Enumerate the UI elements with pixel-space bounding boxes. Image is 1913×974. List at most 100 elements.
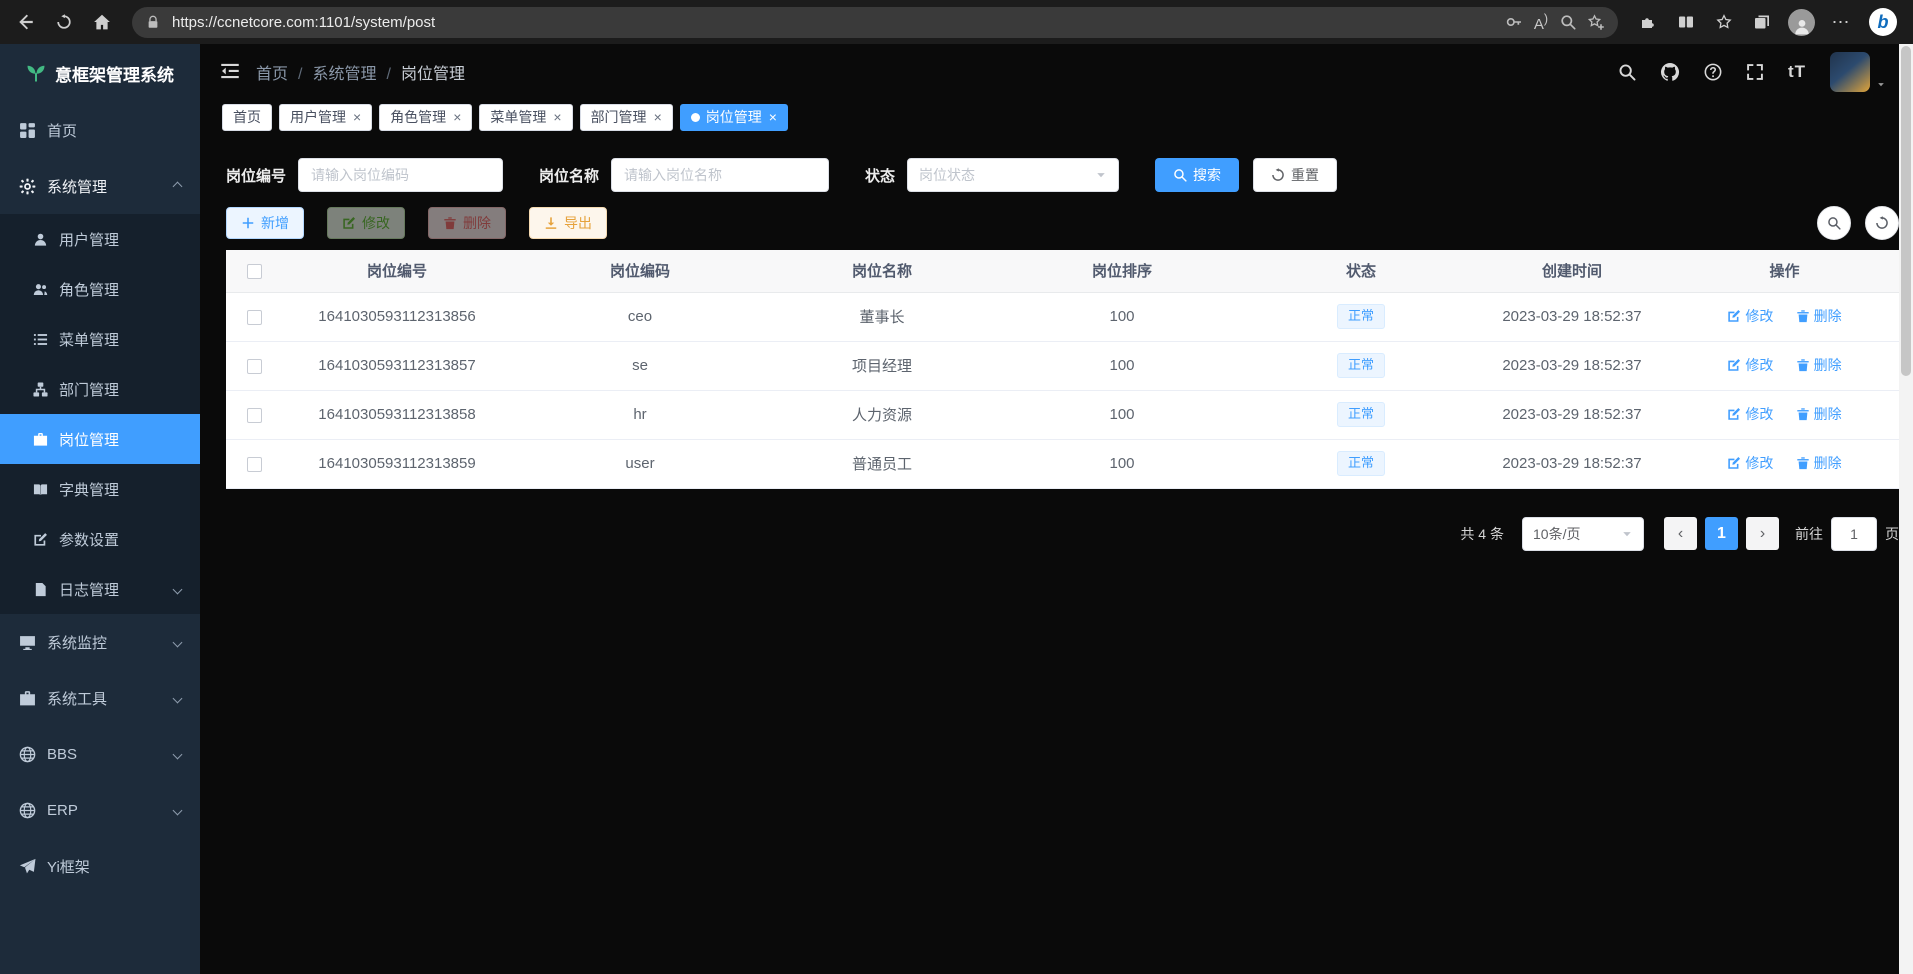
- add-button[interactable]: 新增: [226, 207, 304, 239]
- sidebar-item-label: 菜单管理: [59, 329, 119, 350]
- tab-label: 部门管理: [591, 107, 647, 127]
- tab-role-mgmt[interactable]: 角色管理×: [379, 104, 472, 131]
- row-edit-link[interactable]: 修改: [1727, 355, 1773, 375]
- sidebar-item-system-monitor[interactable]: 系统监控: [0, 614, 200, 670]
- close-icon[interactable]: ×: [353, 109, 361, 125]
- close-icon[interactable]: ×: [654, 109, 662, 125]
- sidebar-item-log-mgmt[interactable]: 日志管理: [0, 564, 200, 614]
- row-edit-link[interactable]: 修改: [1727, 453, 1773, 473]
- sidebar-submenu-system: 用户管理 角色管理 菜单管理 部门管理: [0, 214, 200, 614]
- close-icon[interactable]: ×: [553, 109, 561, 125]
- row-checkbox[interactable]: [247, 310, 262, 325]
- cell-post-code: ceo: [512, 292, 768, 341]
- breadcrumb-system-mgmt[interactable]: 系统管理: [312, 60, 400, 84]
- sidebar-toggle-button[interactable]: [220, 61, 240, 84]
- row-delete-link[interactable]: 删除: [1796, 453, 1842, 473]
- read-aloud-icon[interactable]: A): [1534, 12, 1548, 33]
- page-number-button[interactable]: 1: [1705, 517, 1738, 550]
- split-screen-button[interactable]: [1668, 5, 1704, 39]
- row-edit-link[interactable]: 修改: [1727, 404, 1773, 424]
- password-key-icon[interactable]: [1506, 14, 1522, 30]
- tab-post-mgmt[interactable]: 岗位管理 ×: [680, 104, 788, 131]
- row-checkbox[interactable]: [247, 359, 262, 374]
- sidebar-item-post-mgmt[interactable]: 岗位管理: [0, 414, 200, 464]
- sidebar-item-system-mgmt[interactable]: 系统管理: [0, 158, 200, 214]
- github-icon[interactable]: [1660, 62, 1680, 82]
- user-avatar[interactable]: [1830, 52, 1870, 92]
- toggle-search-button[interactable]: [1817, 206, 1851, 240]
- url-text[interactable]: https://ccnetcore.com:1101/system/post: [172, 14, 1494, 31]
- sidebar-item-erp[interactable]: ERP: [0, 782, 200, 838]
- row-delete-link[interactable]: 删除: [1796, 306, 1842, 326]
- next-page-button[interactable]: ›: [1746, 517, 1779, 550]
- delete-button[interactable]: 删除: [428, 207, 506, 239]
- browser-settings-button[interactable]: ⋯: [1823, 5, 1859, 39]
- prev-page-button[interactable]: ‹: [1664, 517, 1697, 550]
- row-edit-link[interactable]: 修改: [1727, 306, 1773, 326]
- row-checkbox[interactable]: [247, 457, 262, 472]
- sidebar-item-menu-mgmt[interactable]: 菜单管理: [0, 314, 200, 364]
- close-icon[interactable]: ×: [769, 109, 777, 125]
- browser-back-button[interactable]: [8, 5, 44, 39]
- row-delete-link[interactable]: 删除: [1796, 355, 1842, 375]
- add-favorite-star-icon[interactable]: [1588, 14, 1604, 30]
- select-all-checkbox[interactable]: [247, 264, 262, 279]
- bing-copilot-icon[interactable]: b: [1869, 8, 1897, 36]
- export-button[interactable]: 导出: [529, 207, 607, 239]
- sidebar-item-dict-mgmt[interactable]: 字典管理: [0, 464, 200, 514]
- status-select[interactable]: 岗位状态: [907, 158, 1119, 192]
- sidebar-item-label: 参数设置: [59, 529, 119, 550]
- help-icon[interactable]: [1704, 63, 1722, 81]
- cell-post-id: 1641030593112313856: [282, 292, 512, 341]
- extensions-button[interactable]: [1630, 5, 1666, 39]
- sidebar-item-home[interactable]: 首页: [0, 102, 200, 158]
- sidebar-item-dept-mgmt[interactable]: 部门管理: [0, 364, 200, 414]
- export-button-label: 导出: [564, 213, 592, 233]
- fullscreen-icon[interactable]: [1746, 63, 1764, 81]
- address-bar[interactable]: https://ccnetcore.com:1101/system/post A…: [132, 7, 1618, 38]
- tab-label: 用户管理: [290, 107, 346, 127]
- header-search-icon[interactable]: [1618, 63, 1636, 81]
- text-size-icon[interactable]: tT: [1788, 62, 1806, 82]
- tab-menu-mgmt[interactable]: 菜单管理×: [479, 104, 572, 131]
- site-info-lock-icon[interactable]: [146, 15, 160, 29]
- browser-profile-avatar[interactable]: [1788, 9, 1815, 36]
- sidebar-item-user-mgmt[interactable]: 用户管理: [0, 214, 200, 264]
- search-button[interactable]: 搜索: [1155, 158, 1239, 192]
- favorites-button[interactable]: [1706, 5, 1742, 39]
- reset-button[interactable]: 重置: [1253, 158, 1337, 192]
- scrollbar-thumb[interactable]: [1901, 46, 1911, 376]
- page-size-select[interactable]: 10条/页: [1522, 517, 1644, 551]
- main-area: 首页 系统管理 岗位管理 tT 首页 用: [200, 44, 1913, 974]
- tab-label: 岗位管理: [706, 107, 762, 127]
- tab-user-mgmt[interactable]: 用户管理 ×: [279, 104, 372, 131]
- post-name-input[interactable]: [611, 158, 829, 192]
- row-delete-link[interactable]: 删除: [1796, 404, 1842, 424]
- browser-refresh-button[interactable]: [46, 5, 82, 39]
- collections-icon: [1754, 14, 1770, 30]
- edit-button[interactable]: 修改: [327, 207, 405, 239]
- cell-post-sort: 100: [996, 390, 1248, 439]
- sidebar-item-system-tools[interactable]: 系统工具: [0, 670, 200, 726]
- row-checkbox[interactable]: [247, 408, 262, 423]
- post-code-input[interactable]: [298, 158, 503, 192]
- trash-icon: [1796, 309, 1810, 323]
- toolbox-icon: [19, 690, 36, 707]
- close-icon[interactable]: ×: [453, 109, 461, 125]
- refresh-table-button[interactable]: [1865, 206, 1899, 240]
- browser-home-button[interactable]: [84, 5, 120, 39]
- breadcrumb-home[interactable]: 首页: [256, 60, 312, 84]
- goto-page-input[interactable]: [1831, 517, 1877, 551]
- trash-icon: [1796, 358, 1810, 372]
- sidebar-item-label: 岗位管理: [59, 429, 119, 450]
- tab-dept-mgmt[interactable]: 部门管理 ×: [580, 104, 673, 131]
- chevron-down-icon: [173, 693, 183, 703]
- sidebar-item-yi-framework[interactable]: Yi框架: [0, 838, 200, 894]
- user-avatar-menu[interactable]: [1830, 52, 1887, 92]
- sidebar-item-bbs[interactable]: BBS: [0, 726, 200, 782]
- sidebar-item-role-mgmt[interactable]: 角色管理: [0, 264, 200, 314]
- tab-home[interactable]: 首页: [222, 104, 272, 131]
- collections-button[interactable]: [1744, 5, 1780, 39]
- zoom-icon[interactable]: [1560, 14, 1576, 30]
- sidebar-item-param-settings[interactable]: 参数设置: [0, 514, 200, 564]
